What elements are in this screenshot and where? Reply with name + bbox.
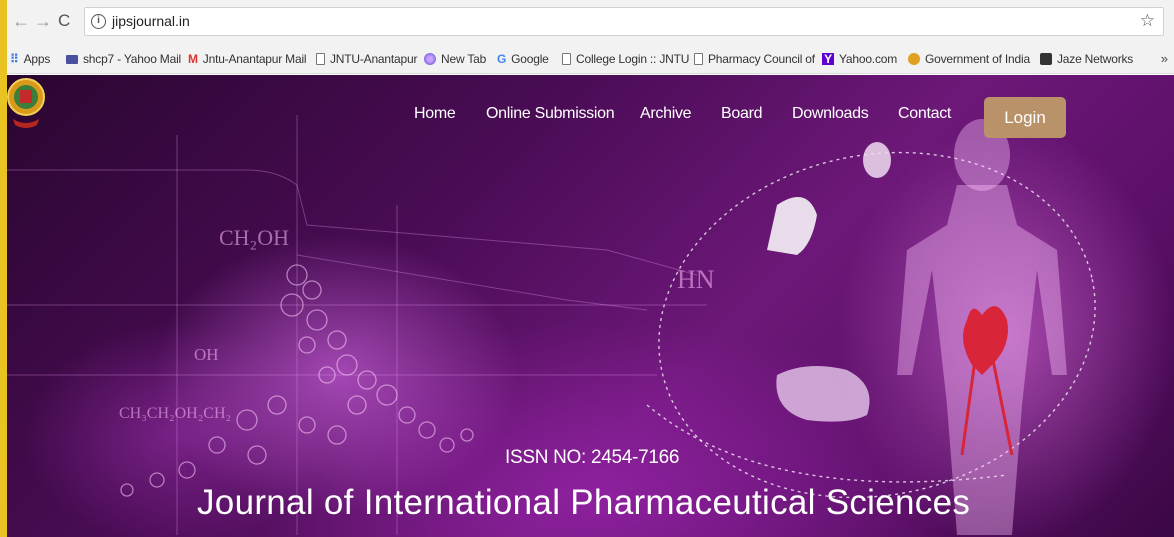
reload-icon[interactable]: C bbox=[58, 12, 70, 30]
login-button[interactable]: Login bbox=[984, 97, 1066, 138]
address-bar[interactable]: i jipsjournal.in ☆ bbox=[84, 7, 1164, 36]
issn-number: ISSN NO: 2454-7166 bbox=[505, 447, 680, 468]
bookmark-star-icon[interactable]: ☆ bbox=[1140, 11, 1155, 31]
chem-label-ch2oh: CH₂OH bbox=[219, 225, 290, 250]
government-icon bbox=[908, 53, 920, 65]
forward-arrow-icon[interactable]: → bbox=[34, 12, 52, 30]
bookmark-jaze[interactable]: Jaze Networks bbox=[1040, 52, 1133, 66]
chem-label-hn: HN bbox=[677, 265, 715, 294]
browser-toolbar: ← → C i jipsjournal.in ☆ bbox=[0, 0, 1174, 44]
bookmark-apps[interactable]: ⠿ Apps bbox=[10, 52, 50, 66]
google-icon: G bbox=[497, 52, 507, 66]
bookmarks-bar: ⠿ Apps shcp7 - Yahoo Mail M Jntu-Anantapur… bbox=[0, 44, 1174, 74]
bookmark-yahoo[interactable]: Y Yahoo.com bbox=[822, 52, 897, 66]
jaze-icon bbox=[1040, 53, 1052, 65]
url-text[interactable]: jipsjournal.in bbox=[112, 13, 190, 29]
hero-banner: CH₂OH HN OH CH₃CH₂OH₂CH₂ Home Online Sub… bbox=[7, 75, 1174, 537]
bookmark-yahoo-mail[interactable]: shcp7 - Yahoo Mail bbox=[66, 52, 181, 66]
nav-online-submission[interactable]: Online Submission bbox=[486, 105, 615, 123]
bookmark-google[interactable]: G Google bbox=[497, 52, 549, 66]
info-icon[interactable]: i bbox=[91, 14, 106, 29]
chem-label-oh: OH bbox=[194, 345, 219, 364]
more-bookmarks-icon[interactable]: » bbox=[1161, 51, 1168, 66]
page-icon bbox=[694, 53, 703, 65]
window-edge bbox=[0, 0, 7, 537]
bookmark-government[interactable]: Government of India bbox=[908, 52, 1030, 66]
nav-archive[interactable]: Archive bbox=[640, 105, 692, 123]
bookmark-college-login[interactable]: College Login :: JNTU bbox=[562, 52, 689, 66]
bookmark-jntu[interactable]: JNTU-Anantapur bbox=[316, 52, 417, 66]
nav-contact[interactable]: Contact bbox=[898, 105, 951, 123]
back-arrow-icon[interactable]: ← bbox=[12, 12, 30, 30]
chem-label-chain: CH₃CH₂OH₂CH₂ bbox=[119, 405, 232, 422]
nav-home[interactable]: Home bbox=[414, 105, 456, 123]
bookmark-new-tab[interactable]: New Tab bbox=[424, 52, 486, 66]
yahoo-mail-icon bbox=[66, 54, 78, 64]
page-icon bbox=[316, 53, 325, 65]
apps-grid-icon: ⠿ bbox=[10, 52, 19, 66]
journal-title: Journal of International Pharmaceutical … bbox=[197, 483, 971, 522]
journal-logo[interactable] bbox=[7, 75, 45, 131]
page-icon bbox=[562, 53, 571, 65]
gmail-icon: M bbox=[188, 52, 198, 66]
new-tab-icon bbox=[424, 53, 436, 65]
nav-downloads[interactable]: Downloads bbox=[792, 105, 869, 123]
yahoo-icon: Y bbox=[822, 53, 834, 65]
bookmark-pharmacy-council[interactable]: Pharmacy Council of bbox=[694, 52, 815, 66]
nav-board[interactable]: Board bbox=[721, 105, 763, 123]
bookmark-jntu-mail[interactable]: M Jntu-Anantapur Mail bbox=[188, 52, 307, 66]
